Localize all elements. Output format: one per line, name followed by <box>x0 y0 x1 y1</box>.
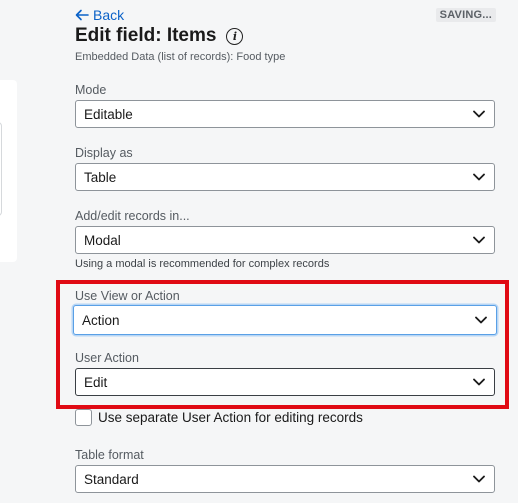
chevron-down-icon <box>473 110 485 118</box>
use-view-or-action-value: Action <box>82 312 120 328</box>
chevron-down-icon <box>475 316 487 324</box>
back-link[interactable]: Back <box>75 7 124 23</box>
mode-label: Mode <box>75 83 107 97</box>
add-edit-in-hint: Using a modal is recommended for complex… <box>75 258 330 270</box>
user-action-value: Edit <box>84 374 108 390</box>
separate-action-label[interactable]: Use separate User Action for editing rec… <box>98 410 363 425</box>
page-subtitle: Embedded Data (list of records): Food ty… <box>75 51 286 63</box>
use-view-or-action-select[interactable]: Action <box>73 305 497 335</box>
user-action-label: User Action <box>75 351 139 365</box>
title-row: Edit field: Items i <box>75 25 244 47</box>
mode-value: Editable <box>84 106 133 122</box>
separate-action-checkbox[interactable] <box>75 409 92 426</box>
use-view-or-action-label: Use View or Action <box>75 289 180 303</box>
mode-select[interactable]: Editable <box>75 100 495 128</box>
chevron-down-icon <box>473 173 485 181</box>
chevron-down-icon <box>473 378 485 386</box>
table-format-select[interactable]: Standard <box>75 465 495 493</box>
display-as-select[interactable]: Table <box>75 163 495 191</box>
add-edit-in-select[interactable]: Modal <box>75 226 495 254</box>
chevron-down-icon <box>473 475 485 483</box>
back-label: Back <box>93 7 125 23</box>
table-format-label: Table format <box>75 448 144 462</box>
saving-badge: SAVING... <box>435 8 496 22</box>
background-card-inner <box>0 122 2 216</box>
display-as-label: Display as <box>75 146 133 160</box>
user-action-select[interactable]: Edit <box>75 368 495 396</box>
chevron-down-icon <box>473 236 485 244</box>
page-title: Edit field: Items <box>75 25 217 46</box>
arrow-left-icon <box>75 9 89 21</box>
add-edit-in-label: Add/edit records in... <box>75 209 190 223</box>
table-format-value: Standard <box>84 471 139 487</box>
display-as-value: Table <box>84 169 117 185</box>
background-card <box>0 80 17 262</box>
info-icon[interactable]: i <box>226 27 244 45</box>
add-edit-in-value: Modal <box>84 232 121 248</box>
separate-action-row: Use separate User Action for editing rec… <box>75 409 363 426</box>
edit-field-panel: Back SAVING... Edit field: Items i Embed… <box>56 0 518 503</box>
